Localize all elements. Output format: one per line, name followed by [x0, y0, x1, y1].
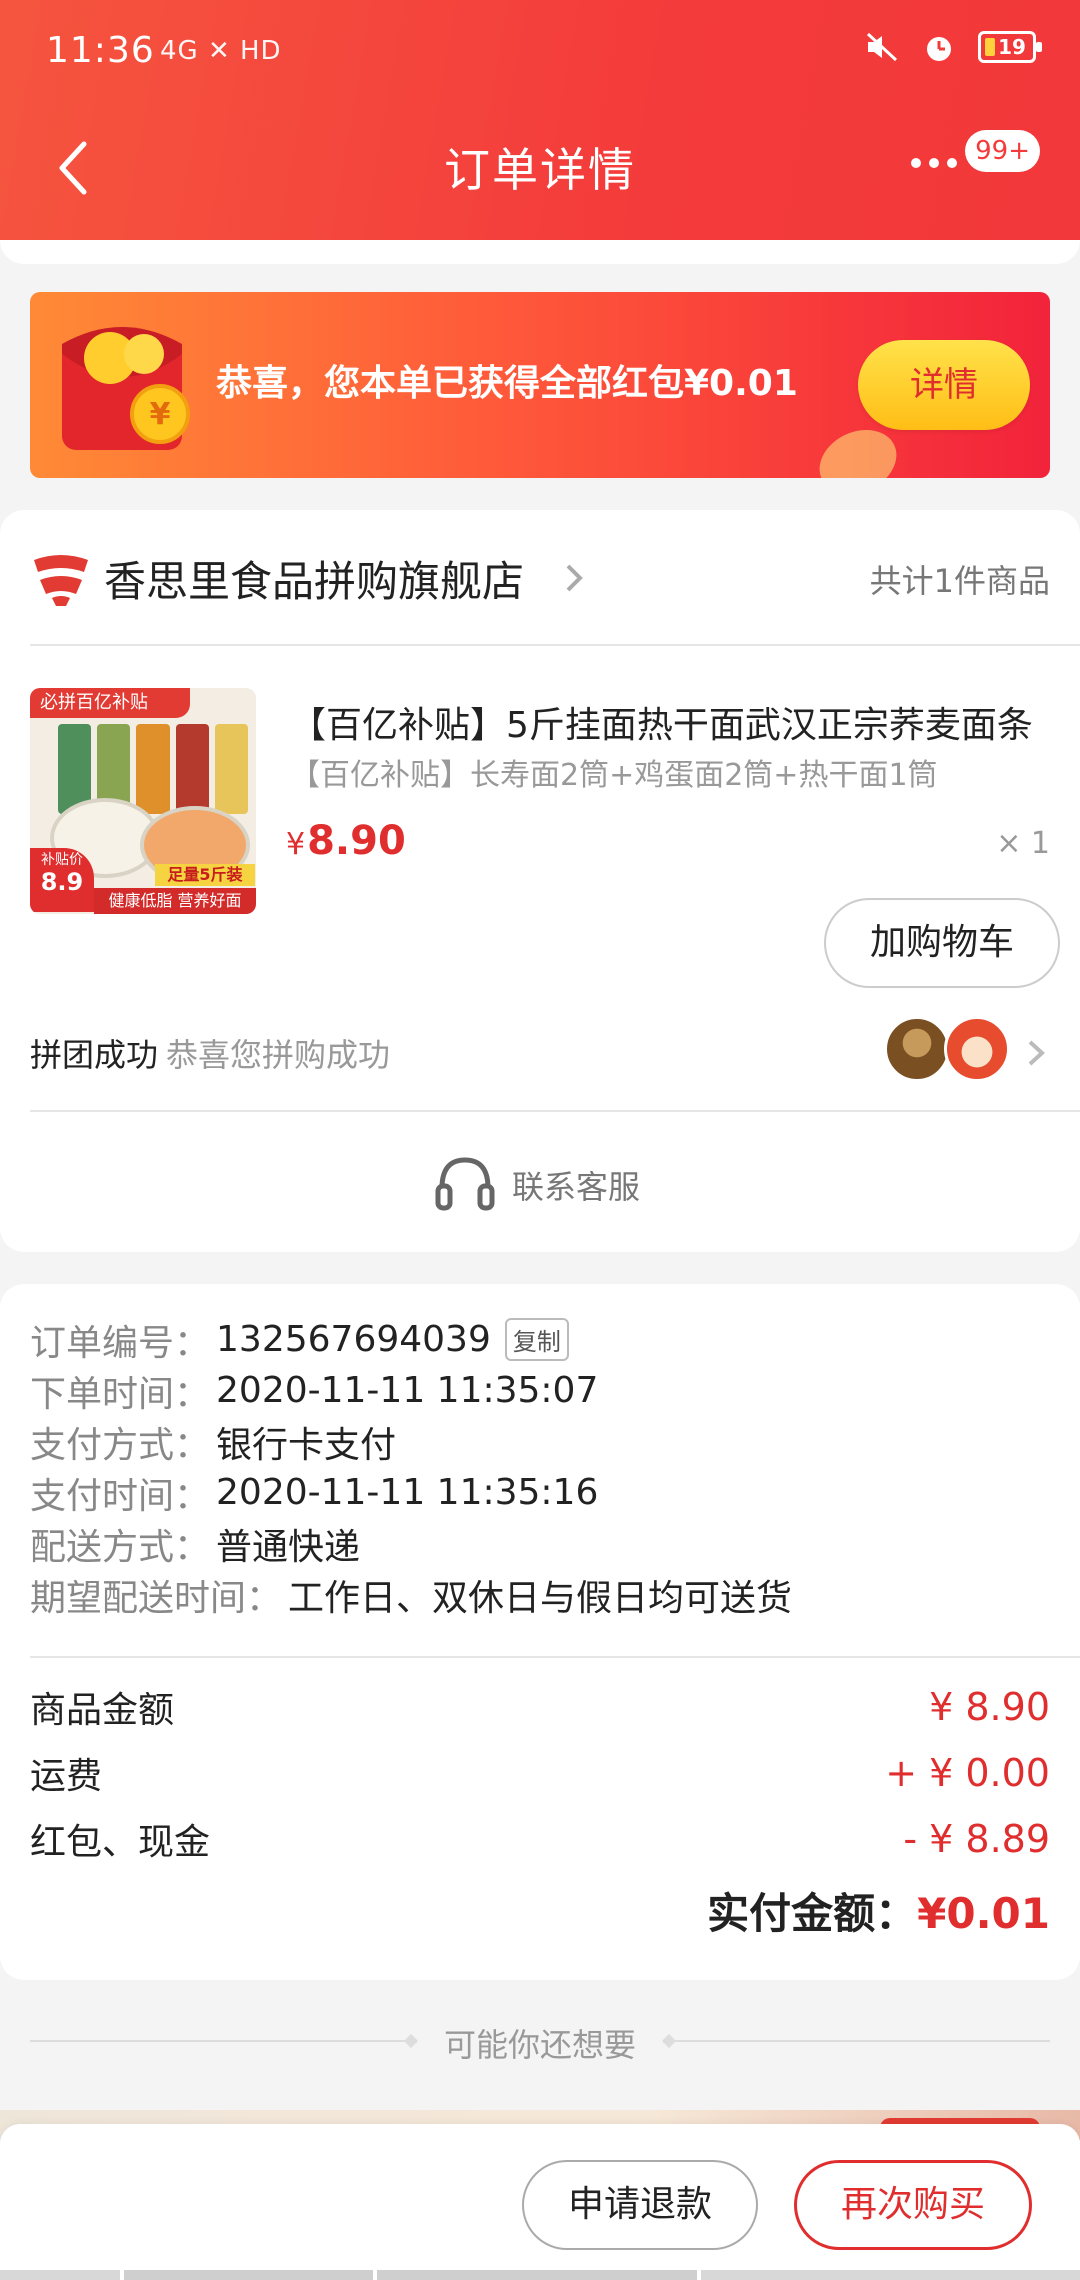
status-time: 11:36	[46, 30, 155, 71]
alarm-icon	[927, 37, 951, 61]
more-icon	[911, 158, 957, 168]
banner-details-button[interactable]: 详情	[858, 340, 1030, 430]
order-info-card: 订单编号： 132567694039 复制 下单时间： 2020-11-11 1…	[0, 1284, 1080, 1980]
product-image-tag: 足量5斤装	[155, 864, 255, 886]
header-strip	[0, 240, 1080, 264]
shop-header[interactable]: 香思里食品拼购旗舰店 共计1件商品	[0, 510, 1080, 644]
refund-button[interactable]: 申请退款	[522, 2160, 758, 2250]
discount-row: 红包、现金 - ¥ 8.89	[30, 1817, 1050, 1863]
avatar	[884, 1016, 950, 1082]
red-packet-banner: ¥ 恭喜，您本单已获得全部红包¥0.01 详情	[30, 292, 1050, 478]
shop-card: 香思里食品拼购旗舰店 共计1件商品 必拼百亿补贴 补贴价 8.9 足量5斤装 健…	[0, 510, 1080, 1252]
message-badge: 99+	[965, 130, 1040, 172]
status-bar: 11:36 4G ✕ HD 19	[0, 0, 1080, 110]
group-status: 拼团成功 恭喜您拼购成功	[30, 1036, 391, 1074]
order-number: 132567694039	[216, 1319, 491, 1360]
shipping-row: 运费 + ¥ 0.00	[30, 1751, 1050, 1797]
shop-logo-icon	[34, 555, 88, 606]
battery-icon: 19	[978, 31, 1042, 63]
product-image[interactable]: 必拼百亿补贴 补贴价 8.9 足量5斤装 健康低脂 营养好面	[30, 688, 256, 914]
add-to-cart-button[interactable]: 加购物车	[824, 898, 1060, 988]
svg-text:¥: ¥	[150, 397, 171, 432]
header: 11:36 4G ✕ HD 19 订单详情 99+	[0, 0, 1080, 240]
product-quantity: × 1	[996, 826, 1050, 861]
contact-service-label: 联系客服	[512, 1168, 641, 1206]
delivery-time-row: 期望配送时间： 工作日、双休日与假日均可送货	[30, 1577, 793, 1619]
goods-amount-row: 商品金额 ¥ 8.90	[30, 1685, 1050, 1731]
chevron-right-icon	[566, 564, 583, 592]
order-time-row: 下单时间： 2020-11-11 11:35:07	[30, 1370, 599, 1415]
banner-text: 恭喜，您本单已获得全部红包¥0.01	[216, 363, 798, 404]
divider	[30, 1656, 1080, 1658]
mute-icon	[866, 32, 898, 62]
product-image-footer: 健康低脂 营养好面	[94, 888, 256, 914]
buy-again-button[interactable]: 再次购买	[794, 2160, 1032, 2250]
group-buy-row[interactable]: 拼团成功 恭喜您拼购成功	[0, 1010, 1080, 1110]
divider	[670, 2040, 1050, 2042]
product-price: ¥8.90	[286, 818, 406, 864]
delivery-method-row: 配送方式： 普通快递	[30, 1526, 361, 1568]
recommend-title: 可能你还想要	[443, 2026, 636, 2064]
product-spec: 【百亿补贴】长寿面2筒+鸡蛋面2筒+热干面1筒	[290, 758, 938, 793]
product-image-price: 补贴价 8.9	[30, 848, 94, 912]
group-note: 恭喜您拼购成功	[166, 1036, 391, 1074]
divider	[30, 644, 1080, 646]
product-image-label: 必拼百亿补贴	[30, 688, 190, 718]
order-number-row: 订单编号： 132567694039 复制	[30, 1314, 1050, 1365]
avatar	[944, 1016, 1010, 1082]
status-icons: 19	[864, 30, 1042, 64]
product-title[interactable]: 【百亿补贴】5斤挂面热干面武汉正宗荞麦面条	[290, 696, 1050, 748]
home-indicator	[0, 2270, 1080, 2280]
red-packet-icon: ¥	[62, 327, 190, 450]
headset-icon	[435, 1157, 495, 1211]
shop-name: 香思里食品拼购旗舰店	[104, 557, 525, 606]
recommend-header: 可能你还想要	[30, 2012, 1050, 2072]
chevron-right-icon	[1028, 1040, 1045, 1066]
item-count: 共计1件商品	[869, 562, 1050, 600]
copy-button[interactable]: 复制	[504, 1318, 569, 1361]
contact-service-button[interactable]: 联系客服	[0, 1112, 1080, 1252]
network-indicator: 4G ✕ HD	[160, 36, 282, 66]
total-paid-value: ¥0.01	[917, 1889, 1050, 1938]
total-paid: 实付金额：¥0.01	[707, 1889, 1050, 1938]
battery-level: 19	[998, 35, 1026, 59]
payment-time-row: 支付时间： 2020-11-11 11:35:16	[30, 1472, 599, 1517]
order-info-list: 订单编号： 132567694039 复制 下单时间： 2020-11-11 1…	[30, 1314, 1050, 1620]
bottom-action-bar: 申请退款 再次购买	[0, 2124, 1080, 2280]
payment-method-row: 支付方式： 银行卡支付	[30, 1424, 397, 1466]
amount-breakdown: 商品金额 ¥ 8.90 运费 + ¥ 0.00 红包、现金 - ¥ 8.89	[30, 1674, 1050, 1872]
